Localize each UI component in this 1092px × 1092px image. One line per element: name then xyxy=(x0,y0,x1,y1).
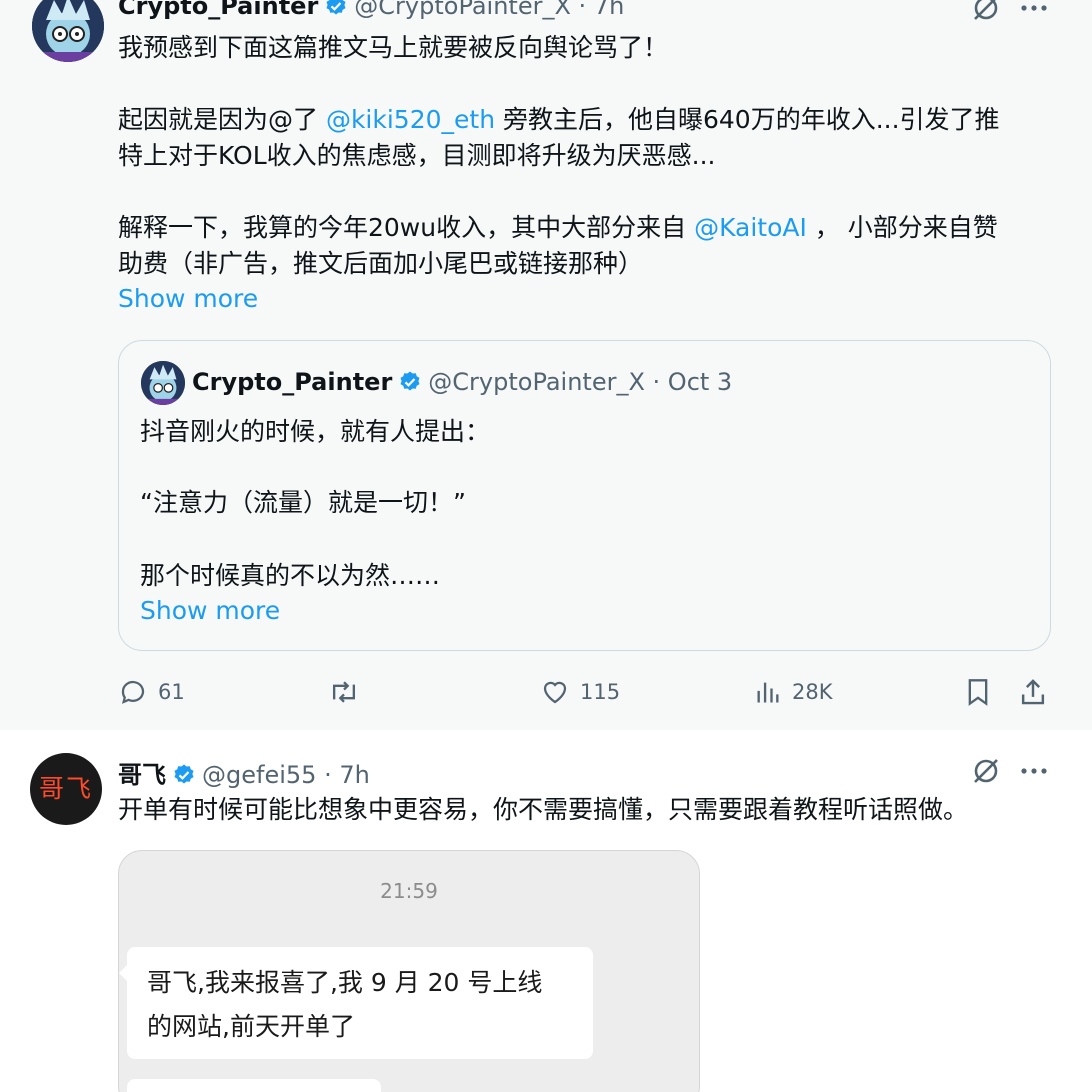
para3-line2: 助费（非广告，推文后面加小尾巴或链接那种） xyxy=(118,249,644,278)
tweet-crypto-painter[interactable]: Crypto_Painter @CryptoPainter_X · 7h 我预感到… xyxy=(0,0,1092,730)
gefei-grok-icon[interactable] xyxy=(970,755,1002,791)
heart-icon xyxy=(543,681,567,704)
reply-icon xyxy=(121,680,145,704)
more-options-icon[interactable] xyxy=(1018,0,1050,24)
reply-count: 61 xyxy=(158,680,185,704)
quoted-author-avatar xyxy=(141,361,185,405)
verified-badge-icon xyxy=(324,0,348,24)
views-count: 28K xyxy=(792,680,833,704)
quoted-author-handle: @CryptoPainter_X xyxy=(428,368,645,396)
chat-screenshot-image[interactable]: 21:59 哥飞,我来报喜了,我 9 月 20 号上线 的网站,前天开单了 xyxy=(118,850,700,1092)
mention-kiki520[interactable]: @kiki520_eth xyxy=(326,105,495,134)
grok-icon[interactable] xyxy=(970,0,1002,28)
author-name[interactable]: Crypto_Painter xyxy=(118,0,318,20)
avatar-text: 哥飞 xyxy=(38,774,93,803)
para2-line2: 特上对于KOL收入的焦虑感，目测即将升级为厌恶感... xyxy=(118,141,716,170)
quoted-line3: 那个时候真的不以为然…… xyxy=(140,561,441,590)
author-header: Crypto_Painter @CryptoPainter_X · 7h xyxy=(118,0,624,24)
like-button[interactable]: 115 xyxy=(540,672,620,712)
para3-post: ， 小部分来自赞 xyxy=(806,213,998,242)
quoted-line1: 抖音刚火的时候，就有人提出： xyxy=(140,417,491,446)
gefei-handle[interactable]: @gefei55 xyxy=(202,761,316,789)
bookmark-icon xyxy=(968,679,988,706)
share-icon xyxy=(1021,679,1045,705)
avatar-image xyxy=(32,0,104,62)
mention-kaitoai[interactable]: @KaitoAI xyxy=(694,213,807,242)
quoted-avatar-image xyxy=(141,361,185,405)
para3-pre: 解释一下，我算的今年20wu收入，其中大部分来自 xyxy=(118,213,695,242)
chat-bubble-line1: 哥飞,我来报喜了,我 9 月 20 号上线 xyxy=(147,968,543,997)
show-more-link[interactable]: Show more xyxy=(118,284,258,313)
quoted-author-name: Crypto_Painter xyxy=(192,368,393,396)
gefei-verified-badge-icon xyxy=(172,763,196,793)
gefei-tweet-text: 开单有时候可能比想象中更容易，你不需要搞懂，只需要跟着教程听话照做。 xyxy=(118,795,969,824)
para2-post: 旁教主后，他自曝640万的年收入...引发了推 xyxy=(495,105,1000,134)
bookmark-button[interactable] xyxy=(964,672,992,712)
views-button[interactable]: 28K xyxy=(754,672,833,712)
gefei-more-options-icon[interactable] xyxy=(1018,759,1050,787)
share-button[interactable] xyxy=(1018,672,1048,712)
reply-button[interactable]: 61 xyxy=(118,672,185,712)
chat-bubble-partial xyxy=(127,1079,381,1092)
quoted-line2: “注意力（流量）就是一切！” xyxy=(140,488,466,517)
gefei-time[interactable]: · 7h xyxy=(324,761,370,789)
tweet-text-line1: 我预感到下面这篇推文马上就要被反向舆论骂了！ xyxy=(118,33,669,62)
tweet-paragraph-3: 解释一下，我算的今年20wu收入，其中大部分来自 @KaitoAI ， 小部分来… xyxy=(118,210,1058,282)
gefei-avatar[interactable]: 哥飞 xyxy=(30,753,102,825)
para2-pre: 起因就是因为@了 xyxy=(118,105,326,134)
retweet-icon xyxy=(332,681,356,703)
retweet-button[interactable] xyxy=(328,672,360,712)
chat-bubble: 哥飞,我来报喜了,我 9 月 20 号上线 的网站,前天开单了 xyxy=(119,947,593,1059)
gefei-header: 哥飞 @gefei55 · 7h xyxy=(118,755,370,793)
tweet-time[interactable]: · 7h xyxy=(579,0,625,20)
chat-timestamp: 21:59 xyxy=(380,879,438,903)
gefei-name[interactable]: 哥飞 xyxy=(118,761,166,789)
views-chart-icon xyxy=(757,682,779,703)
tweet-paragraph-2: 起因就是因为@了 @kiki520_eth 旁教主后，他自曝640万的年收入..… xyxy=(118,102,1058,174)
quoted-date: · Oct 3 xyxy=(652,368,733,396)
quoted-show-more-link[interactable]: Show more xyxy=(140,596,280,625)
quoted-verified-badge-icon xyxy=(398,370,422,400)
quoted-author-header: Crypto_Painter @CryptoPainter_X · Oct 3 xyxy=(192,368,732,400)
chat-bubble-line2: 的网站,前天开单了 xyxy=(147,1012,355,1041)
author-avatar[interactable] xyxy=(32,0,104,62)
tweet-action-bar: 61 115 28K xyxy=(0,672,1092,712)
author-handle[interactable]: @CryptoPainter_X xyxy=(354,0,571,20)
like-count: 115 xyxy=(580,680,621,704)
